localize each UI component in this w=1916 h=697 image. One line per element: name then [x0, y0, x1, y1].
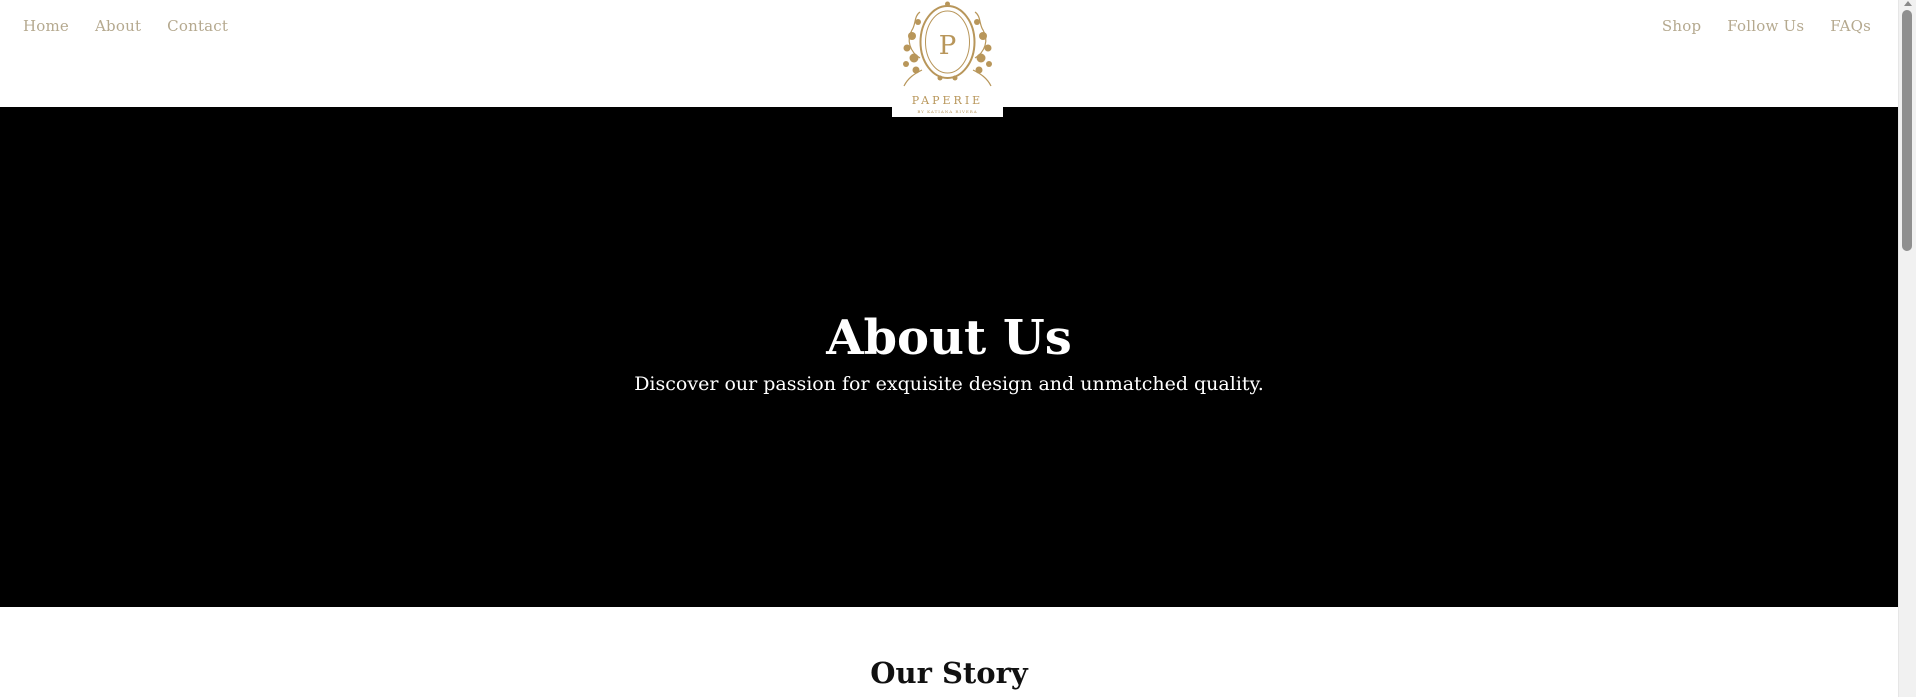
vertical-scrollbar[interactable] [1898, 0, 1916, 697]
section-title-our-story: Our Story [870, 656, 1028, 690]
logo[interactable]: P PAPERIE BY KATIANA RIVERA [892, 0, 1003, 117]
hero-subtitle: Discover our passion for exquisite desig… [634, 373, 1264, 395]
nav-link-follow-us[interactable]: Follow Us [1727, 17, 1804, 35]
nav-left: Home About Contact [23, 17, 228, 35]
nav-link-shop[interactable]: Shop [1662, 17, 1701, 35]
viewport: Home About Contact Shop Follow Us FAQs P… [0, 0, 1898, 697]
nav-link-contact[interactable]: Contact [167, 17, 228, 35]
nav-right: Shop Follow Us FAQs [1662, 17, 1871, 35]
logo-crest-icon: P PAPERIE BY KATIANA RIVERA [903, 1, 992, 114]
scroll-up-arrow-icon[interactable] [1904, 1, 1912, 6]
scrollbar-thumb[interactable] [1902, 10, 1912, 251]
hero-banner: About Us Discover our passion for exquis… [0, 107, 1898, 607]
logo-monogram: P [939, 31, 957, 61]
page: Home About Contact Shop Follow Us FAQs P… [0, 0, 1916, 697]
nav-link-about[interactable]: About [95, 17, 141, 35]
hero-title: About Us [826, 310, 1072, 366]
nav-link-faqs[interactable]: FAQs [1830, 17, 1871, 35]
nav-link-home[interactable]: Home [23, 17, 69, 35]
logo-wordmark: PAPERIE [912, 94, 983, 107]
logo-tagline: BY KATIANA RIVERA [917, 109, 977, 114]
